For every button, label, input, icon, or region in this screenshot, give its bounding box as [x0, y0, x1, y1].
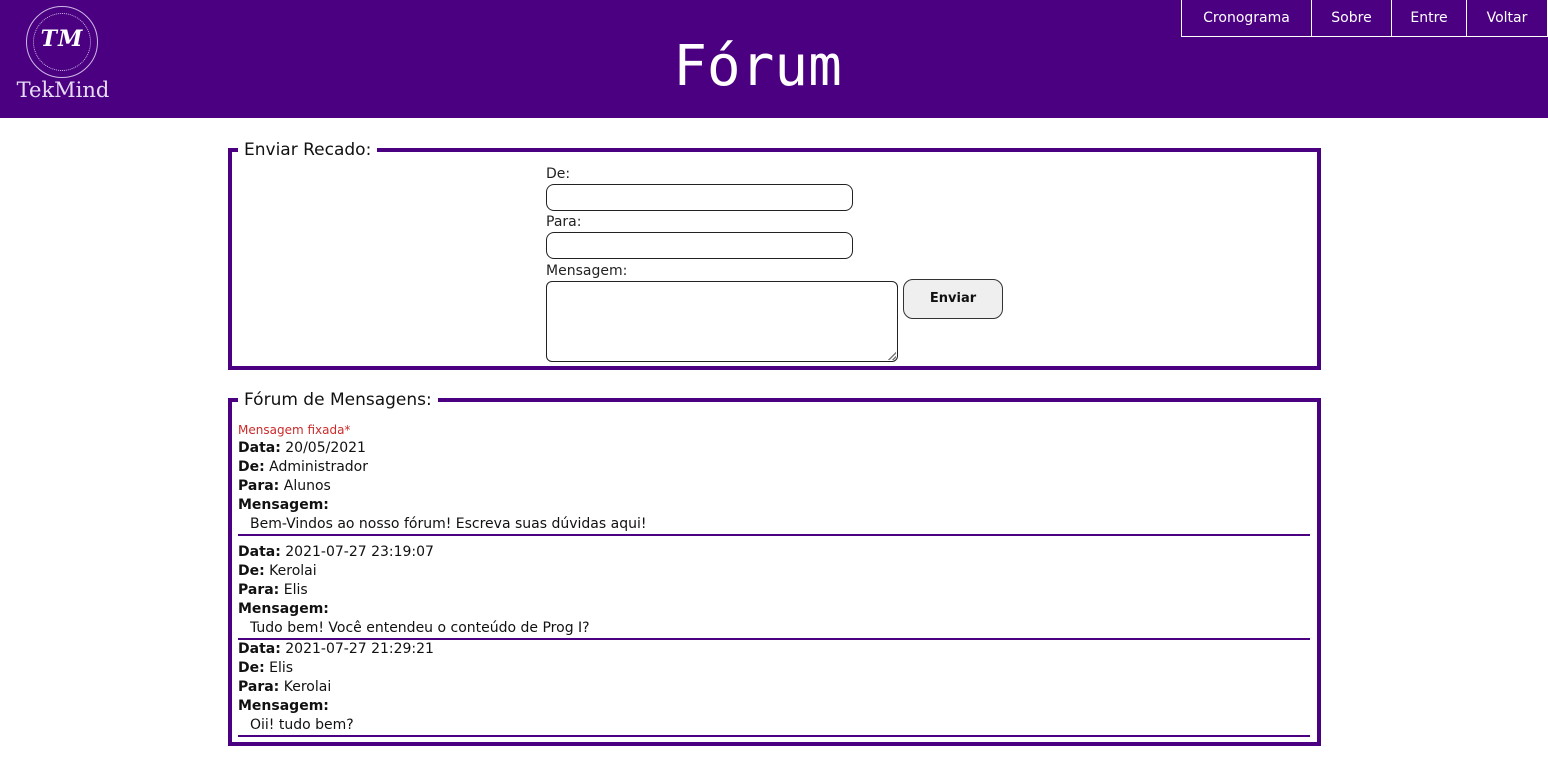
message-date-row: Data: 20/05/2021: [238, 439, 1310, 458]
message-label: Mensagem:: [238, 497, 329, 513]
to-input[interactable]: [546, 232, 853, 259]
to-label: Para:: [238, 679, 280, 695]
message-label-row: Mensagem:: [238, 697, 1310, 716]
nav-sobre[interactable]: Sobre: [1311, 0, 1392, 37]
message-textarea[interactable]: [546, 281, 898, 362]
message-date: 20/05/2021: [285, 440, 366, 456]
from-label: De:: [238, 459, 265, 475]
send-button[interactable]: Enviar: [903, 279, 1003, 319]
forum-messages-fieldset: Fórum de Mensagens: Mensagem fixada* Dat…: [228, 389, 1321, 746]
from-label: De:: [238, 660, 265, 676]
message-date: 2021-07-27 21:29:21: [285, 641, 434, 657]
message-date-row: Data: 2021-07-27 23:19:07: [238, 543, 1310, 562]
message-label: Mensagem:: [238, 698, 329, 714]
date-label: Data:: [238, 641, 281, 657]
message-to-row: Para: Alunos: [238, 477, 1310, 496]
to-label: Para:: [238, 582, 280, 598]
top-nav: Cronograma Sobre Entre Voltar: [1181, 0, 1548, 37]
message-to: Elis: [283, 582, 308, 598]
message-date: 2021-07-27 23:19:07: [285, 544, 434, 560]
date-label: Data:: [238, 440, 281, 456]
nav-voltar[interactable]: Voltar: [1466, 0, 1548, 37]
site-header: TM TekMind Fórum Cronograma Sobre Entre …: [0, 0, 1548, 118]
message-label: Mensagem:: [238, 601, 329, 617]
message-label-row: Mensagem:: [238, 496, 1310, 515]
message-to-row: Para: Elis: [238, 581, 1310, 600]
message-from-row: De: Kerolai: [238, 562, 1310, 581]
message-item: Data: 20/05/2021 De: Administrador Para:…: [238, 439, 1310, 536]
message-label-row: Mensagem:: [238, 600, 1310, 619]
forum-legend: Fórum de Mensagens:: [238, 389, 438, 411]
message-from: Kerolai: [269, 563, 317, 579]
message-item: Data: 2021-07-27 23:19:07 De: Kerolai Pa…: [238, 543, 1310, 640]
to-label: Para:: [546, 214, 582, 230]
message-from-row: De: Elis: [238, 659, 1310, 678]
message-to-row: Para: Kerolai: [238, 678, 1310, 697]
from-input[interactable]: [546, 184, 853, 211]
message-body: Tudo bem! Você entendeu o conteúdo de Pr…: [250, 620, 590, 636]
message-body: Bem-Vindos ao nosso fórum! Escreva suas …: [250, 516, 647, 532]
message-label: Mensagem:: [546, 263, 628, 279]
message-body: Oii! tudo bem?: [250, 717, 354, 733]
from-label: De:: [546, 166, 571, 182]
resize-handle-icon[interactable]: [888, 352, 896, 360]
message-from: Elis: [269, 660, 294, 676]
message-to: Kerolai: [283, 679, 332, 695]
pinned-message-label: Mensagem fixada*: [238, 423, 351, 437]
message-date-row: Data: 2021-07-27 21:29:21: [238, 640, 1310, 659]
send-message-fieldset: Enviar Recado: De: Para: Mensagem: Envia…: [228, 139, 1321, 370]
to-label: Para:: [238, 478, 280, 494]
nav-entre[interactable]: Entre: [1391, 0, 1467, 37]
message-to: Alunos: [283, 478, 331, 494]
nav-cronograma[interactable]: Cronograma: [1181, 0, 1312, 37]
date-label: Data:: [238, 544, 281, 560]
from-label: De:: [238, 563, 265, 579]
message-from-row: De: Administrador: [238, 458, 1310, 477]
page-title: Fórum: [673, 34, 842, 99]
message-from: Administrador: [269, 459, 369, 475]
message-item: Data: 2021-07-27 21:29:21 De: Elis Para:…: [238, 640, 1310, 737]
send-message-legend: Enviar Recado:: [238, 139, 378, 161]
